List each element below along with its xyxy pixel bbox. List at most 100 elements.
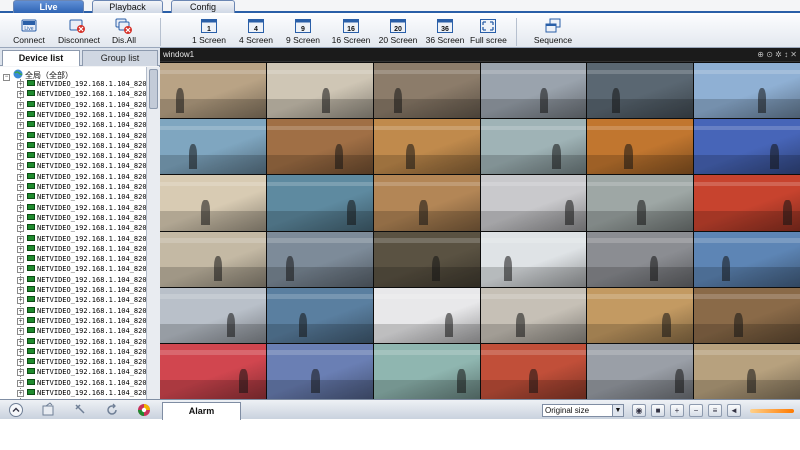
expand-icon[interactable]: + (17, 369, 24, 377)
device-item[interactable]: + NETVIDEO_192.168.1.104_8200 (17, 255, 146, 264)
camera-view[interactable] (160, 63, 266, 119)
expand-icon[interactable]: + (17, 142, 24, 150)
expand-icon[interactable]: + (17, 297, 24, 305)
expand-icon[interactable]: + (17, 317, 24, 325)
expand-icon[interactable]: + (17, 163, 24, 171)
expand-icon[interactable]: + (17, 132, 24, 140)
volume-slider[interactable] (750, 409, 794, 413)
expand-icon[interactable]: + (17, 153, 24, 161)
camera-view[interactable] (694, 231, 800, 287)
camera-view[interactable] (694, 287, 800, 343)
camera-view[interactable] (694, 63, 800, 119)
record-button[interactable]: ■ (651, 404, 665, 417)
device-item[interactable]: + NETVIDEO_192.168.1.104_8200 (17, 347, 146, 357)
device-item[interactable]: + NETVIDEO_192.168.1.104_8200 (17, 296, 146, 305)
camera-view[interactable] (694, 119, 800, 175)
device-item[interactable]: + NETVIDEO_192.168.1.104_8200 (17, 152, 146, 161)
camera-view[interactable] (587, 175, 694, 231)
disconnect-all-button[interactable]: Dis.All (108, 16, 140, 48)
device-item[interactable]: + NETVIDEO_192.168.1.104_8200 (17, 121, 146, 130)
device-item[interactable]: + NETVIDEO_192.168.1.104_8200 (17, 224, 146, 233)
tab-config[interactable]: Config (171, 0, 235, 13)
camera-view[interactable] (587, 287, 694, 343)
camera-view[interactable] (480, 231, 587, 287)
expand-icon[interactable]: + (17, 235, 24, 243)
expand-icon[interactable]: + (17, 204, 24, 212)
tree-scrollbar[interactable] (146, 67, 160, 399)
camera-view[interactable] (373, 119, 480, 175)
expand-icon[interactable]: + (17, 328, 24, 336)
device-item[interactable]: + NETVIDEO_192.168.1.104_8200 (17, 100, 146, 110)
camera-view[interactable] (160, 175, 266, 231)
device-item[interactable]: + NETVIDEO_192.168.1.104_8200 (17, 389, 146, 398)
camera-view[interactable] (480, 63, 587, 119)
expand-icon[interactable]: + (17, 184, 24, 191)
screen-4-button[interactable]: 4 4 Screen (236, 16, 276, 48)
disconnect-button[interactable]: Disconnect (58, 16, 100, 48)
expand-icon[interactable]: + (17, 101, 24, 109)
device-item[interactable]: + NETVIDEO_192.168.1.104_8200 (17, 141, 146, 151)
size-select[interactable]: Original size ▼ (542, 404, 624, 417)
search-icon[interactable]: ⊙ (766, 50, 773, 59)
zoom-icon[interactable]: ⊕ (757, 50, 764, 59)
screen-36-button[interactable]: 36 36 Screen (424, 16, 466, 48)
pin-icon[interactable] (72, 402, 88, 418)
expand-icon[interactable]: + (17, 307, 24, 315)
color-wheel-icon[interactable] (136, 402, 152, 418)
camera-view[interactable] (160, 287, 266, 343)
screen-1-button[interactable]: 1 1 Screen (189, 16, 229, 48)
device-item[interactable]: + NETVIDEO_192.168.1.104_8200 (17, 327, 146, 336)
device-item[interactable]: + NETVIDEO_192.168.1.104_8200 (17, 337, 146, 347)
camera-view[interactable] (373, 231, 480, 287)
device-item[interactable]: + NETVIDEO_192.168.1.104_8200 (17, 183, 146, 192)
full-screen-button[interactable]: Full scree (470, 16, 507, 48)
device-item[interactable]: + NETVIDEO_192.168.1.104_8200 (17, 378, 146, 388)
screen-20-button[interactable]: 20 20 Screen (377, 16, 419, 48)
camera-view[interactable] (587, 343, 694, 399)
tab-live[interactable]: Live (13, 0, 84, 13)
screen-16-button[interactable]: 16 16 Screen (330, 16, 372, 48)
expand-icon[interactable]: + (17, 379, 24, 387)
scrollbar-thumb[interactable] (149, 69, 158, 109)
camera-view[interactable] (266, 119, 373, 175)
device-item[interactable]: + NETVIDEO_192.168.1.104_8200 (17, 110, 146, 120)
camera-view[interactable] (694, 343, 800, 399)
expand-icon[interactable]: + (17, 276, 24, 284)
camera-view[interactable] (160, 119, 266, 175)
camera-view[interactable] (266, 343, 373, 399)
device-item[interactable]: + NETVIDEO_192.168.1.104_8200 (17, 162, 146, 171)
camera-view[interactable] (373, 63, 480, 119)
sequence-button[interactable]: Sequence (533, 16, 573, 48)
camera-view[interactable] (160, 343, 266, 399)
camera-view[interactable] (373, 287, 480, 343)
expand-icon[interactable]: + (17, 287, 24, 294)
expand-icon[interactable]: + (17, 91, 24, 99)
device-item[interactable]: + NETVIDEO_192.168.1.104_8200 (17, 286, 146, 295)
camera-view[interactable] (587, 231, 694, 287)
tab-alarm[interactable]: Alarm (162, 402, 241, 420)
speaker-button[interactable]: ◄ (727, 404, 741, 417)
expand-icon[interactable]: + (17, 225, 24, 233)
camera-view[interactable] (587, 119, 694, 175)
tab-playback[interactable]: Playback (92, 0, 163, 13)
expand-icon[interactable]: + (17, 256, 24, 264)
device-item[interactable]: + NETVIDEO_192.168.1.104_8200 (17, 306, 146, 316)
expand-icon[interactable]: + (17, 111, 24, 119)
device-item[interactable]: + NETVIDEO_192.168.1.104_8200 (17, 203, 146, 213)
device-item[interactable]: + NETVIDEO_192.168.1.104_8200 (17, 172, 146, 182)
expand-icon[interactable]: + (17, 194, 24, 202)
device-item[interactable]: + NETVIDEO_192.168.1.104_8200 (17, 131, 146, 141)
device-item[interactable]: + NETVIDEO_192.168.1.104_8200 (17, 244, 146, 254)
camera-view[interactable] (266, 175, 373, 231)
camera-view[interactable] (694, 175, 800, 231)
expand-icon[interactable]: + (17, 173, 24, 181)
device-item[interactable]: + NETVIDEO_192.168.1.104_8200 (17, 265, 146, 274)
expand-icon[interactable]: + (17, 266, 24, 274)
arrows-icon[interactable]: ↕ (784, 50, 788, 59)
camera-view[interactable] (266, 231, 373, 287)
expand-icon[interactable]: + (17, 214, 24, 222)
device-item[interactable]: + NETVIDEO_192.168.1.104_8200 (17, 213, 146, 223)
expand-icon[interactable]: + (17, 245, 24, 253)
expand-icon[interactable]: + (17, 81, 24, 88)
camera-view[interactable] (480, 343, 587, 399)
